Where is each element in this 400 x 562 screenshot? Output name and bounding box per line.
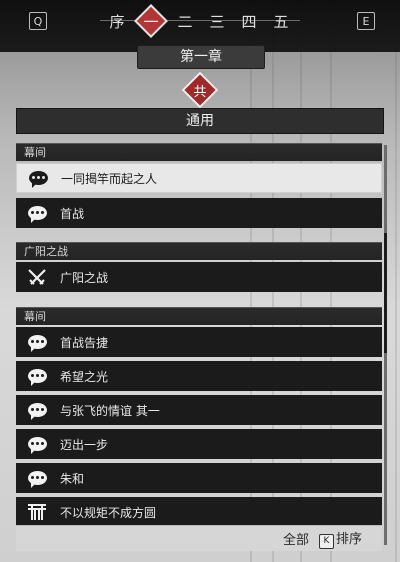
sort-button[interactable]: K 排序 [318,528,362,549]
chapter-tabs: 序 一 二 三 四 五 [100,10,300,40]
speech-bubble-icon [27,169,49,188]
list-item-label: 广阳之战 [60,270,109,285]
list-item[interactable]: 不以规矩不成方圆 [16,497,382,527]
next-tab-key[interactable]: E [357,12,375,30]
section-title: 通用 [16,108,384,134]
tab-chapter-1[interactable]: 一 [138,8,164,34]
prev-tab-key[interactable]: Q [29,12,47,30]
tab-chapter-3[interactable]: 三 [206,10,228,32]
group-header: 幕间 [16,143,382,161]
tab-chapter-5[interactable]: 五 [270,10,292,32]
list-item[interactable]: 首战告捷 [16,327,382,357]
filter-all-button[interactable]: 全部 [283,529,309,548]
list-item-label: 一同揭竿而起之人 [61,171,158,186]
list-item-label: 不以规矩不成方圆 [60,505,157,520]
list-item-label: 首战告捷 [60,335,109,350]
tab-chapter-2[interactable]: 二 [174,10,196,32]
sort-key: K [318,533,334,549]
speech-bubble-icon [26,469,48,488]
tab-chapter-4[interactable]: 四 [238,10,260,32]
speech-bubble-icon [26,367,48,386]
gate-icon [26,503,48,521]
list-item[interactable]: 广阳之战 [16,262,382,292]
list-item-label: 与张飞的情谊 其一 [60,403,160,418]
speech-bubble-icon [26,204,48,223]
list-item-label: 朱和 [60,471,85,486]
sort-label: 排序 [335,532,362,548]
chapter-title: 第一章 [137,45,265,69]
group-header: 广阳之战 [16,242,382,260]
list-item[interactable]: 一同揭竿而起之人 [16,163,382,193]
list-item-label: 迈出一步 [60,437,109,452]
list-item[interactable]: 首战 [16,198,382,228]
footer-bar: 全部 K 排序 [16,525,382,551]
event-list: 幕间 一同揭竿而起之人 首战 广阳之战 广阳之战 幕间 首战告捷 希望之光 与张… [16,143,382,545]
list-item[interactable]: 朱和 [16,463,382,493]
speech-bubble-icon [26,333,48,352]
list-item[interactable]: 希望之光 [16,361,382,391]
scrollbar-thumb[interactable] [384,233,387,353]
list-item-label: 希望之光 [60,369,109,384]
list-item-label: 首战 [60,206,85,221]
list-item[interactable]: 与张飞的情谊 其一 [16,395,382,425]
speech-bubble-icon [26,435,48,454]
faction-badge: 共 [187,77,213,103]
speech-bubble-icon [26,401,48,420]
list-item[interactable]: 迈出一步 [16,429,382,459]
group-header: 幕间 [16,307,382,325]
scrollbar[interactable] [384,145,387,545]
tab-prologue[interactable]: 序 [106,10,128,32]
crossed-swords-icon [26,268,48,286]
